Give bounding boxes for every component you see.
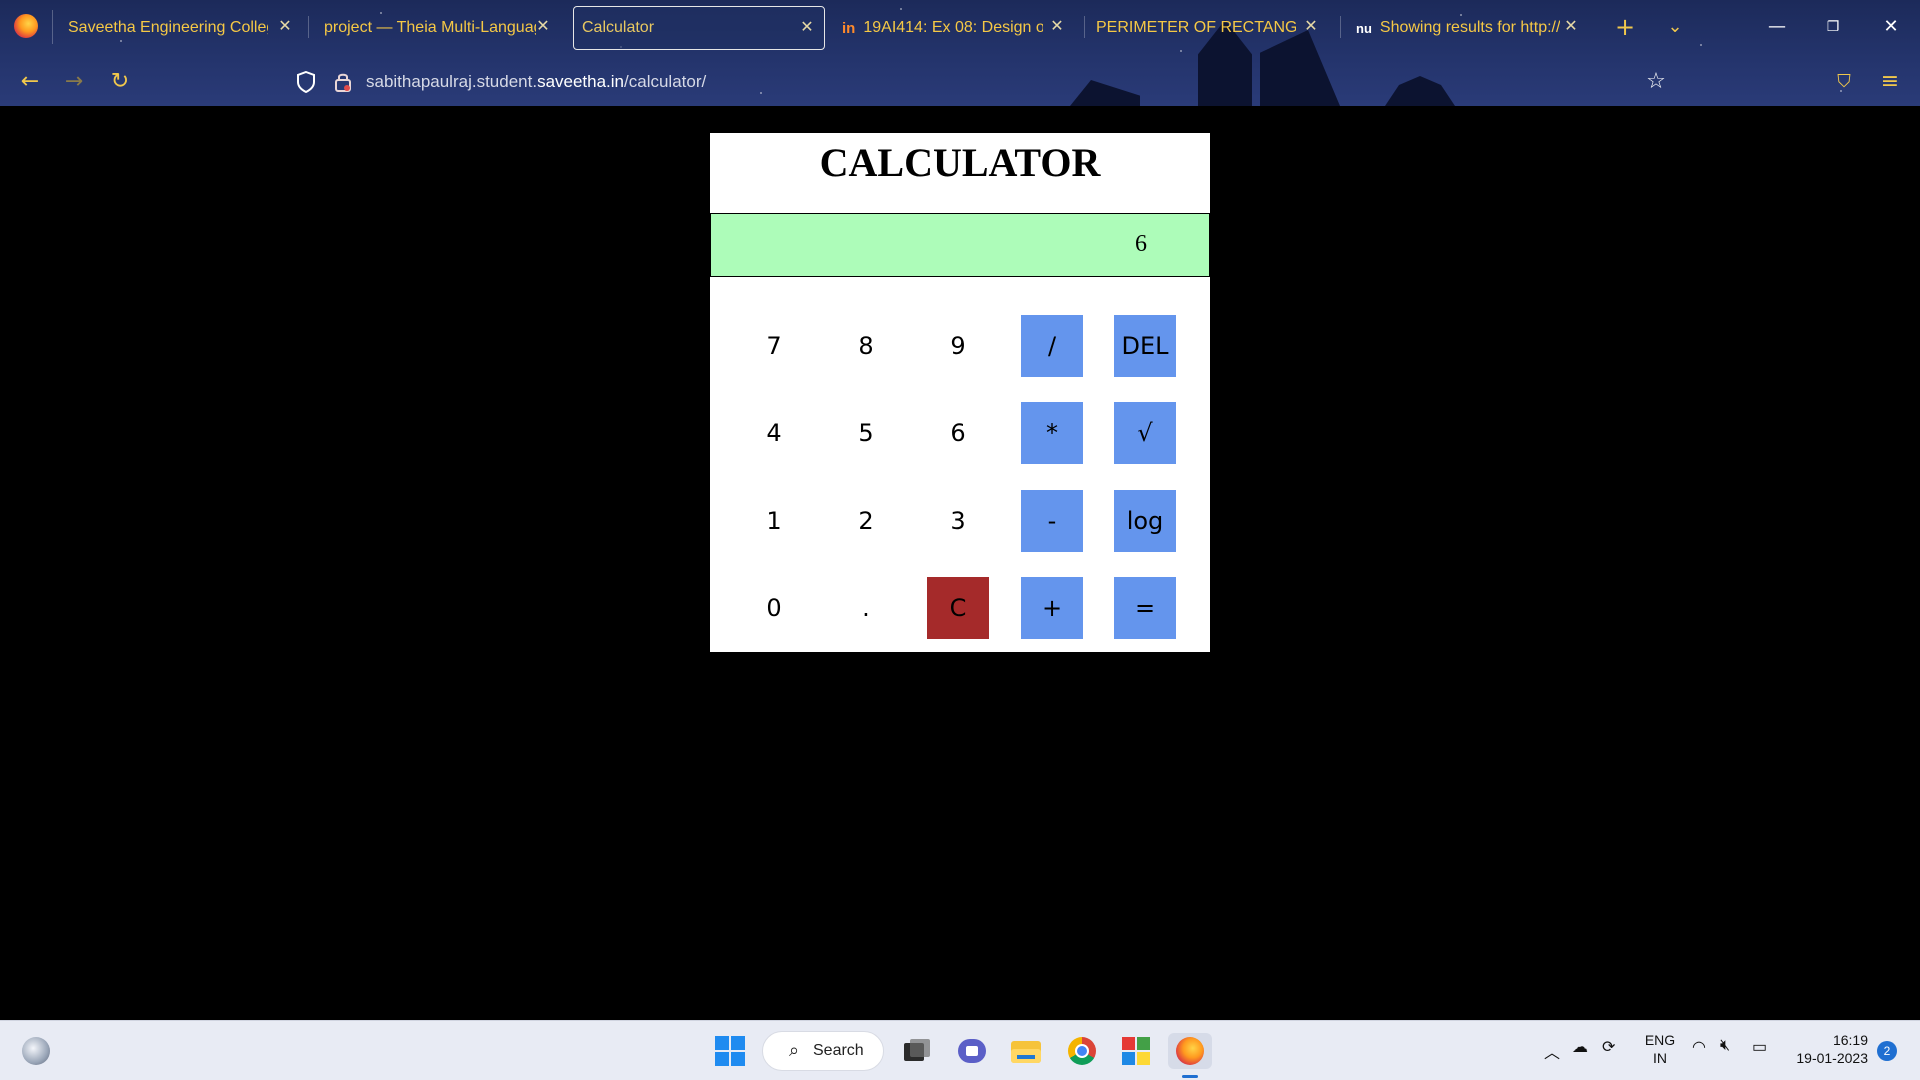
menu-icon[interactable]: ≡ [1874, 66, 1906, 98]
url-subdomain: sabithapaulraj.student. [366, 72, 538, 91]
reload-icon[interactable]: ↻ [104, 66, 136, 98]
tab-favicon: nu [1356, 20, 1372, 36]
close-icon[interactable]: ✕ [1048, 18, 1066, 36]
url-domain: saveetha.in [537, 72, 625, 91]
url-text: sabithapaulraj.student.saveetha.in/calcu… [366, 72, 706, 92]
subtract-button[interactable]: - [1021, 490, 1083, 552]
chrome-icon[interactable] [1064, 1033, 1100, 1069]
key-1[interactable]: 1 [743, 490, 805, 552]
key-9[interactable]: 9 [927, 315, 989, 377]
tab-search-results[interactable]: nu Showing results for http://sa ✕ [1348, 6, 1588, 50]
calculator: CALCULATOR 6 7 8 9 / DEL 4 5 6 * √ 1 2 3… [710, 133, 1210, 652]
task-view-icon[interactable] [898, 1033, 934, 1069]
tab-19ai414[interactable]: in 19AI414: Ex 08: Design of a ✕ [838, 6, 1074, 50]
key-6[interactable]: 6 [927, 402, 989, 464]
tab-title: Calculator [582, 19, 655, 36]
widgets-icon[interactable] [22, 1037, 50, 1065]
pocket-icon[interactable]: ⛉ [1828, 66, 1860, 98]
file-explorer-icon[interactable] [1008, 1033, 1044, 1069]
close-icon[interactable]: ✕ [534, 18, 552, 36]
bookmark-star-icon[interactable]: ☆ [1640, 66, 1672, 98]
divide-button[interactable]: / [1021, 315, 1083, 377]
show-hidden-icons-icon[interactable]: ︿ [1544, 1039, 1560, 1063]
key-2[interactable]: 2 [835, 490, 897, 552]
url-path: /calculator/ [624, 72, 707, 91]
minimize-icon[interactable]: — [1762, 12, 1792, 42]
log-button[interactable]: log [1114, 490, 1176, 552]
square-root-button[interactable]: √ [1114, 402, 1176, 464]
tab-bar: Saveetha Engineering College ✕ project —… [0, 0, 1920, 54]
nav-bar: ← → ↻ sabithapaulraj.student.saveetha.in… [0, 58, 1920, 106]
key-5[interactable]: 5 [835, 402, 897, 464]
tab-saveetha[interactable]: Saveetha Engineering College ✕ [60, 6, 302, 50]
clock-date: 19-01-2023 [1796, 1050, 1868, 1066]
clock-time: 16:19 [1832, 1032, 1868, 1048]
calculator-display: 6 [710, 213, 1210, 277]
search-icon: ⌕ [789, 1040, 800, 1061]
tab-title: project — Theia Multi-Language [324, 19, 536, 36]
add-button[interactable]: + [1021, 577, 1083, 639]
delete-button[interactable]: DEL [1114, 315, 1176, 377]
key-4[interactable]: 4 [743, 402, 805, 464]
tab-title: Saveetha Engineering College [68, 19, 268, 36]
close-icon[interactable]: ✕ [798, 19, 816, 37]
browser-chrome: Saveetha Engineering College ✕ project —… [0, 0, 1920, 106]
region-code: IN [1653, 1050, 1667, 1066]
close-window-icon[interactable]: ✕ [1876, 12, 1906, 42]
back-icon[interactable]: ← [14, 66, 46, 98]
firefox-taskbar-icon[interactable] [1168, 1033, 1212, 1078]
equals-button[interactable]: = [1114, 577, 1176, 639]
volume-muted-icon[interactable]: 🔇︎ [1720, 1037, 1730, 1055]
page-content: CALCULATOR 6 7 8 9 / DEL 4 5 6 * √ 1 2 3… [0, 106, 1920, 1020]
tab-project[interactable]: project — Theia Multi-Language ✕ [316, 6, 560, 50]
close-icon[interactable]: ✕ [1562, 18, 1580, 36]
key-0[interactable]: 0 [743, 577, 805, 639]
language-code: ENG [1644, 1032, 1676, 1048]
app-icon[interactable] [1118, 1033, 1154, 1069]
new-tab-icon[interactable]: + [1610, 12, 1640, 42]
clear-button[interactable]: C [927, 577, 989, 639]
battery-icon[interactable]: ▭ [1752, 1037, 1767, 1057]
url-bar[interactable]: sabithapaulraj.student.saveetha.in/calcu… [290, 65, 1690, 99]
calculator-title: CALCULATOR [819, 140, 1101, 185]
taskbar: ⌕ Search ︿ ☁ ⟳ ENG IN ◠ 🔇︎ ▭ 16:19 19-01… [0, 1020, 1920, 1080]
decimal-point-button[interactable]: . [835, 577, 897, 639]
tab-title: 19AI414: Ex 08: Design of a [863, 19, 1044, 36]
tab-title: Showing results for http://sa [1379, 19, 1560, 36]
onedrive-icon[interactable]: ☁ [1572, 1037, 1588, 1057]
sync-icon[interactable]: ⟳ [1602, 1037, 1615, 1057]
shield-icon[interactable] [296, 71, 316, 93]
tab-favicon: in [842, 19, 856, 37]
start-icon[interactable] [712, 1033, 748, 1069]
display-value: 6 [1135, 231, 1147, 257]
key-3[interactable]: 3 [927, 490, 989, 552]
list-tabs-icon[interactable]: ⌄ [1660, 12, 1690, 42]
tab-title: PERIMETER OF RECTANGLE [1096, 19, 1296, 36]
tab-calculator[interactable]: Calculator ✕ [573, 6, 825, 50]
language-indicator[interactable]: ENG IN [1640, 1031, 1680, 1067]
wifi-icon[interactable]: ◠ [1692, 1037, 1706, 1057]
key-7[interactable]: 7 [743, 315, 805, 377]
clock[interactable]: 16:19 19-01-2023 [1788, 1031, 1868, 1067]
restore-icon[interactable]: ❐ [1818, 12, 1848, 42]
taskbar-search-label: Search [813, 1042, 864, 1059]
notification-badge[interactable]: 2 [1877, 1041, 1897, 1061]
lock-icon[interactable] [334, 71, 352, 93]
close-icon[interactable]: ✕ [1302, 18, 1320, 36]
key-8[interactable]: 8 [835, 315, 897, 377]
teams-chat-icon[interactable] [954, 1033, 990, 1069]
taskbar-search[interactable]: ⌕ Search [762, 1031, 884, 1071]
close-icon[interactable]: ✕ [276, 18, 294, 36]
tab-perimeter[interactable]: PERIMETER OF RECTANGLE ✕ [1088, 6, 1328, 50]
firefox-icon[interactable] [14, 14, 38, 38]
forward-icon[interactable]: → [58, 66, 90, 98]
multiply-button[interactable]: * [1021, 402, 1083, 464]
